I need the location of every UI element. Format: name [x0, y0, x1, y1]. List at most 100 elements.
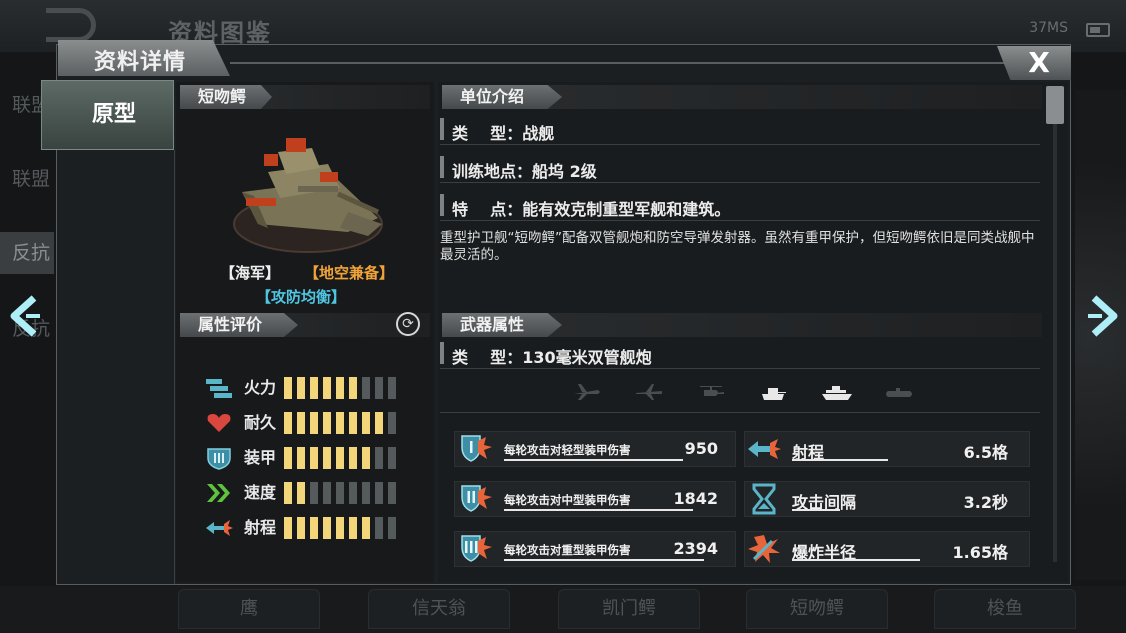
stat-bar-segment — [336, 447, 344, 469]
medium-armor-damage-icon — [458, 483, 494, 515]
stat-bar-segment — [388, 412, 396, 434]
stat-label: 火力 — [244, 378, 277, 397]
stat-bar-segment — [310, 447, 318, 469]
bg-unit-tab[interactable]: 短吻鳄 — [746, 589, 888, 629]
bg-unit-tab[interactable]: 信天翁 — [368, 589, 510, 629]
stat-bar-segment — [388, 482, 396, 504]
heavy-armor-damage-icon — [458, 533, 494, 565]
armor-shield-icon — [204, 446, 234, 470]
hourglass-icon — [746, 483, 782, 515]
training-location: 训练地点：船坞 2级 — [452, 162, 597, 181]
stat-bar-segment — [362, 517, 370, 539]
stat-bar-segment — [323, 517, 331, 539]
stat-bar-segment — [284, 517, 292, 539]
damage-bar — [504, 559, 704, 561]
attr-header: 属性评价 — [180, 313, 298, 337]
unit-feature: 特 点：能有效克制重型军舰和建筑。 — [452, 200, 731, 219]
stat-bar-segment — [349, 412, 357, 434]
stat-bar-segment — [375, 412, 383, 434]
stat-bar-segment — [284, 482, 292, 504]
stat-bar-segment — [310, 517, 318, 539]
stat-bar-segment — [323, 377, 331, 399]
property-value: 3.2秒 — [963, 493, 1008, 512]
dialog-title: 资料详情 — [94, 50, 187, 75]
row-divider — [440, 412, 1040, 413]
bomber-plane-icon — [634, 382, 664, 402]
stat-bar-segment — [375, 447, 383, 469]
bg-unit-tab[interactable]: 鹰 — [178, 589, 320, 629]
battery-icon — [1086, 23, 1110, 37]
stat-bar-segment — [336, 482, 344, 504]
damage-label: 每轮攻击对重型装甲伤害 — [504, 543, 631, 557]
row-divider — [440, 182, 1040, 183]
unit-type: 类 型：战舰 — [452, 124, 555, 143]
speed-chevron-icon — [204, 481, 234, 505]
stat-bar-segment — [284, 412, 292, 434]
fighter-jet-icon — [572, 382, 602, 402]
stat-bar-segment — [310, 377, 318, 399]
stat-bar-segment — [323, 412, 331, 434]
prev-arrow-icon[interactable] — [6, 294, 46, 338]
scrollbar-thumb[interactable] — [1046, 86, 1064, 124]
weapon-type: 类 型：130毫米双管舰炮 — [452, 348, 652, 367]
row-divider — [440, 144, 1040, 145]
row-divider — [440, 220, 1040, 221]
damage-value: 1842 — [673, 489, 718, 508]
dialog-top-border — [230, 62, 1010, 78]
ship-icon — [820, 382, 852, 402]
stat-bar-segment — [349, 482, 357, 504]
submarine-icon — [882, 382, 912, 402]
tank-icon — [758, 382, 788, 402]
bg-unit-tab[interactable]: 凯门鳄 — [558, 589, 700, 629]
damage-label: 每轮攻击对轻型装甲伤害 — [504, 443, 631, 457]
heart-icon — [204, 411, 234, 435]
side-tab-column — [57, 150, 175, 584]
refresh-icon[interactable]: ⟳ — [396, 312, 420, 336]
intro-header: 单位介绍 — [442, 85, 562, 109]
tag-navy: 【海军】 — [220, 264, 281, 282]
range-icon — [204, 516, 234, 540]
stat-bar-segment — [323, 447, 331, 469]
property-bar — [792, 559, 920, 561]
damage-value: 2394 — [673, 539, 718, 558]
stat-label: 耐久 — [244, 413, 277, 432]
stat-bar-segment — [310, 482, 318, 504]
stat-bar-segment — [375, 482, 383, 504]
next-arrow-icon[interactable] — [1082, 294, 1122, 338]
stat-bar-segment — [362, 412, 370, 434]
light-armor-damage-icon — [458, 433, 494, 465]
damage-label: 每轮攻击对中型装甲伤害 — [504, 493, 631, 507]
stat-bar-segment — [310, 412, 318, 434]
stat-label: 射程 — [244, 518, 277, 537]
unit-name: 短吻鳄 — [180, 85, 272, 109]
tab-prototype[interactable]: 原型 — [41, 80, 174, 150]
property-value: 6.5格 — [963, 443, 1008, 462]
bg-sidebar-item-active[interactable]: 反抗 — [0, 232, 54, 274]
stat-bar-segment — [297, 447, 305, 469]
stat-bar-segment — [375, 517, 383, 539]
property-bar — [792, 509, 840, 511]
stat-row: 装甲 — [204, 446, 414, 470]
firepower-icon — [204, 376, 234, 400]
property-value: 1.65格 — [952, 543, 1008, 562]
stat-bar-segment — [297, 412, 305, 434]
scrollbar-track[interactable] — [1053, 124, 1057, 562]
tag-balanced: 【攻防均衡】 — [256, 288, 347, 306]
stat-bar-segment — [362, 377, 370, 399]
stat-bar-segment — [297, 517, 305, 539]
stat-bar-segment — [349, 447, 357, 469]
row-divider — [440, 368, 1040, 369]
explosion-icon — [746, 533, 782, 565]
stat-bar-segment — [336, 517, 344, 539]
ship-image — [233, 138, 383, 253]
stat-bar-segment — [362, 482, 370, 504]
stat-bar-segment — [336, 377, 344, 399]
bg-unit-tab[interactable]: 梭鱼 — [934, 589, 1076, 629]
stat-bar-segment — [375, 377, 383, 399]
network-status: 37MS — [1029, 20, 1068, 36]
bg-sidebar-item[interactable]: 联盟 — [0, 158, 54, 200]
stat-bar-segment — [349, 377, 357, 399]
weapon-header: 武器属性 — [442, 313, 562, 337]
row-marker — [440, 194, 444, 216]
stat-bar-segment — [362, 447, 370, 469]
